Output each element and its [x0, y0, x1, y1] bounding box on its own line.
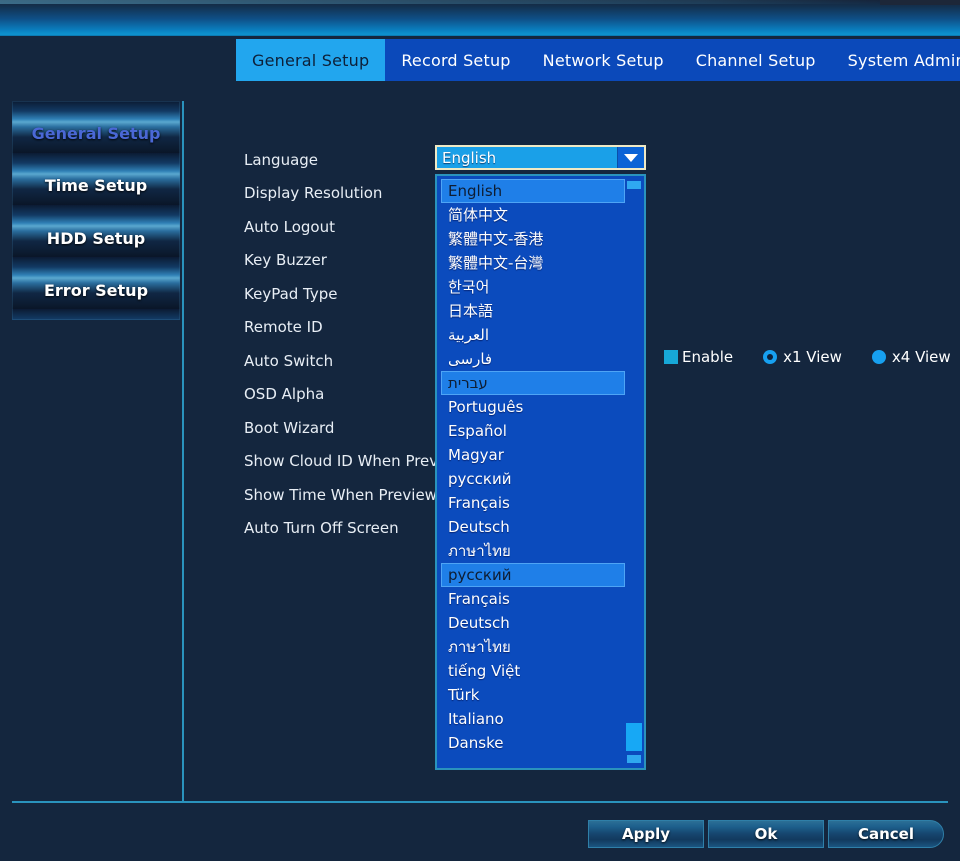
form-label-remote-id: Remote ID — [244, 318, 323, 337]
language-option[interactable]: Italiano — [441, 707, 625, 731]
language-option[interactable]: ภาษาไทย — [441, 635, 625, 659]
main-tab-bar: General Setup Record Setup Network Setup Ch… — [236, 39, 960, 81]
form-label-auto-turn-off-screen: Auto Turn Off Screen — [244, 519, 399, 538]
chevron-down-icon[interactable] — [617, 147, 644, 168]
tab-system-admin[interactable]: System Admin — [831, 39, 960, 81]
language-option[interactable]: 繁體中文-香港 — [441, 227, 625, 251]
language-option[interactable]: Türk — [441, 683, 625, 707]
sidebar-item-error-setup[interactable]: Error Setup — [12, 265, 180, 317]
footer-divider — [12, 801, 948, 803]
language-option[interactable]: Español — [441, 419, 625, 443]
scroll-up-icon[interactable] — [627, 181, 641, 189]
sidebar-item-general-setup[interactable]: General Setup — [12, 107, 180, 159]
ok-button[interactable]: Ok — [708, 820, 824, 848]
dropdown-scrollbar[interactable] — [626, 179, 642, 765]
form-label-keypad-type: KeyPad Type — [244, 284, 338, 303]
language-option[interactable]: ภาษาไทย — [441, 539, 625, 563]
language-dropdown-list[interactable]: English 简体中文 繁體中文-香港 繁體中文-台灣 한국어 日本語 العربية فا… — [435, 174, 646, 770]
language-option[interactable]: 简体中文 — [441, 203, 625, 227]
cancel-button[interactable]: Cancel — [828, 820, 944, 848]
language-option[interactable]: עברית — [441, 371, 625, 395]
title-bar-sheen — [0, 0, 880, 4]
radio-x4-view[interactable] — [871, 350, 886, 364]
language-option[interactable]: Deutsch — [441, 611, 625, 635]
form-label-show-cloud-id-when-preview: Show Cloud ID When Preview — [244, 452, 464, 471]
x1-view-label: x1 View — [783, 348, 842, 366]
form-label-auto-switch: Auto Switch — [244, 351, 334, 370]
language-option[interactable]: tiếng Việt — [441, 659, 625, 683]
form-label-language: Language — [244, 150, 319, 169]
language-option[interactable]: Português — [441, 395, 625, 419]
title-bar-right-cap — [880, 0, 960, 5]
tab-record-setup[interactable]: Record Setup — [385, 39, 527, 81]
sidebar-menu: General Setup Time Setup HDD Setup Error Se… — [12, 101, 180, 320]
title-bar — [0, 0, 960, 36]
form-label-key-buzzer: Key Buzzer — [244, 251, 327, 270]
form-label-show-time-when-preview: Show Time When Preview — [244, 485, 437, 504]
footer-button-bar: Apply Ok Cancel — [588, 820, 944, 848]
language-combobox-value: English — [442, 148, 497, 167]
language-option[interactable]: English — [441, 179, 625, 203]
language-option[interactable]: русский — [441, 467, 625, 491]
language-option[interactable]: 日本語 — [441, 299, 625, 323]
auto-switch-controls: Enable x1 View x4 View — [664, 348, 960, 366]
language-option[interactable]: 繁體中文-台灣 — [441, 251, 625, 275]
language-option-list: English 简体中文 繁體中文-香港 繁體中文-台灣 한국어 日本語 العربية فا… — [441, 179, 625, 755]
language-option[interactable]: العربية — [441, 323, 625, 347]
form-label-osd-alpha: OSD Alpha — [244, 385, 325, 404]
tab-network-setup[interactable]: Network Setup — [526, 39, 680, 81]
dvr-settings-screen: General Setup Record Setup Network Setup Ch… — [0, 0, 960, 861]
form-label-display-resolution: Display Resolution — [244, 184, 383, 203]
sidebar-divider — [182, 101, 184, 801]
apply-button[interactable]: Apply — [588, 820, 704, 848]
settings-form-labels: Language Display Resolution Auto Logout Key… — [244, 143, 464, 545]
enable-checkbox[interactable] — [664, 350, 678, 364]
form-label-boot-wizard: Boot Wizard — [244, 418, 335, 437]
language-option[interactable]: 한국어 — [441, 275, 625, 299]
sidebar-item-time-setup[interactable]: Time Setup — [12, 160, 180, 212]
enable-label: Enable — [682, 348, 734, 366]
language-combobox[interactable]: English — [435, 145, 646, 170]
scrollbar-thumb[interactable] — [626, 723, 642, 751]
language-option[interactable]: فارسى — [441, 347, 625, 371]
language-option[interactable]: Magyar — [441, 443, 625, 467]
tab-general-setup[interactable]: General Setup — [236, 39, 386, 81]
language-option[interactable]: Français — [441, 491, 625, 515]
tab-channel-setup[interactable]: Channel Setup — [679, 39, 832, 81]
language-option[interactable]: Français — [441, 587, 625, 611]
x4-view-label: x4 View — [891, 348, 951, 366]
language-option[interactable]: Danske — [441, 731, 625, 755]
sidebar-item-hdd-setup[interactable]: HDD Setup — [12, 212, 180, 264]
scroll-down-icon[interactable] — [627, 755, 641, 763]
language-option[interactable]: русский — [441, 563, 625, 587]
radio-x1-view[interactable] — [763, 350, 778, 364]
form-label-auto-logout: Auto Logout — [244, 217, 335, 236]
language-option[interactable]: Deutsch — [441, 515, 625, 539]
